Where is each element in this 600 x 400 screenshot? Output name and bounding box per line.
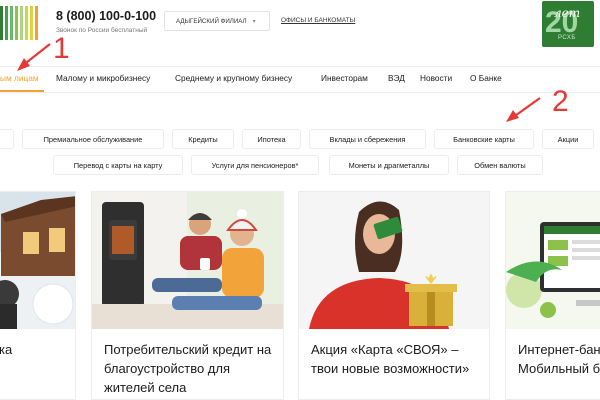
annotation-arrow-2 — [511, 97, 541, 119]
nav-item-medium-large-business[interactable]: Среднему и крупному бизнесу — [175, 73, 292, 83]
chip-credits[interactable]: Кредиты — [172, 129, 234, 149]
nav-item-ved[interactable]: ВЭД — [388, 73, 405, 83]
annotation-number-2: 2 — [552, 85, 569, 118]
logo-stripe — [25, 6, 28, 40]
promo-card-1[interactable]: ка — [0, 191, 76, 400]
hotline-phone[interactable]: 8 (800) 100-0-100 — [56, 9, 156, 23]
logo-stripe — [15, 6, 18, 40]
nav-item-news[interactable]: Новости — [420, 73, 452, 83]
promo-card-3[interactable]: Акция «Карта «СВОЯ» – твои новые возможн… — [298, 191, 490, 400]
winter-house-illustration — [0, 192, 75, 329]
chip-bank-cards[interactable]: Банковские карты — [434, 129, 534, 149]
promo-card-2-title: Потребительский кредит на благоустройств… — [104, 342, 272, 395]
branch-select[interactable]: АДЫГЕЙСКИЙ ФИЛИАЛ ▾ — [164, 11, 270, 31]
chip-mortgage[interactable]: Ипотека — [242, 129, 301, 149]
logo-stripe — [20, 6, 23, 40]
promo-card-3-image — [299, 192, 489, 329]
logo-stripe — [35, 6, 38, 40]
chip-card-transfer[interactable]: Перевод с карты на карту — [53, 155, 183, 175]
logo-stripe — [5, 6, 8, 40]
anniversary-badge[interactable]: 20 лет РСХБ — [542, 1, 594, 47]
promo-card-4[interactable]: Интернет-бан Мобильный б — [505, 191, 600, 400]
annotation-arrow-1 — [21, 43, 51, 67]
logo-stripe — [30, 6, 33, 40]
promo-card-4-title: Интернет-бан Мобильный б — [518, 342, 600, 376]
nav-item-about[interactable]: О Банке — [470, 73, 502, 83]
annotation-arrowhead-2 — [506, 110, 519, 122]
nav-divider-bottom — [0, 92, 600, 93]
nav-divider-top — [0, 66, 600, 67]
nav-item-investors[interactable]: Инвесторам — [321, 73, 368, 83]
annotation-number-1: 1 — [53, 32, 70, 65]
promo-card-2[interactable]: Потребительский кредит на благоустройств… — [91, 191, 284, 400]
promo-card-4-image — [506, 192, 600, 329]
promo-card-1-title: ка — [0, 342, 13, 357]
branch-select-value: АДЫГЕЙСКИЙ ФИЛИАЛ — [176, 17, 247, 25]
anniversary-word: лет — [554, 6, 581, 20]
logo-stripe — [10, 6, 13, 40]
woman-with-card-illustration — [299, 192, 489, 329]
chip-currency-exchange[interactable]: Обмен валюты — [457, 155, 543, 175]
mobile-bank-illustration — [506, 192, 600, 329]
logo-stripe — [0, 6, 3, 40]
chip-premium[interactable]: Премиальное обслуживание — [22, 129, 164, 149]
chip-coins-metals[interactable]: Монеты и драгметаллы — [329, 155, 449, 175]
offices-atms-link[interactable]: ОФИСЫ И БАНКОМАТЫ — [281, 17, 355, 24]
promo-card-1-image — [0, 192, 75, 329]
promo-card-2-image — [92, 192, 283, 329]
chevron-down-icon: ▾ — [252, 18, 256, 25]
chip-pensioners[interactable]: Услуги для пенсионеров* — [191, 155, 319, 175]
chip-deposits[interactable]: Вклады и сбережения — [309, 129, 426, 149]
chip-promotions[interactable]: Акции — [542, 129, 594, 149]
chip-cut-off[interactable] — [0, 129, 14, 149]
couple-by-stove-illustration — [92, 192, 283, 329]
bank-logo[interactable] — [0, 6, 42, 40]
nav-item-individuals[interactable]: ым лицам — [0, 73, 39, 83]
anniversary-abbr: РСХБ — [558, 35, 576, 41]
annotation-arrowhead-1 — [17, 58, 30, 71]
nav-item-small-business[interactable]: Малому и микробизнесу — [56, 73, 150, 83]
promo-card-3-title: Акция «Карта «СВОЯ» – твои новые возможн… — [311, 342, 470, 376]
